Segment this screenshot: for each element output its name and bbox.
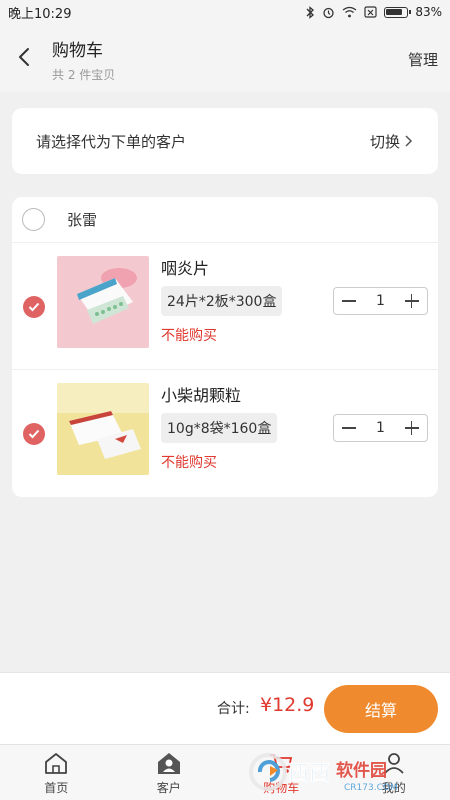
quantity-stepper: 1 — [333, 414, 428, 442]
tab-label: 首页 — [44, 781, 69, 795]
tab-label: 客户 — [156, 781, 181, 795]
wifi-icon — [342, 6, 357, 18]
checkout-bar: 合计: ¥12.9 结算 — [0, 672, 450, 744]
back-arrow-icon[interactable] — [12, 44, 38, 70]
status-time: 晚上10:29 — [8, 6, 72, 22]
item-checkbox[interactable] — [23, 296, 45, 318]
bluetooth-icon — [306, 5, 315, 19]
product-image[interactable] — [57, 256, 149, 348]
product-name: 小柴胡颗粒 — [161, 386, 242, 405]
cart-item: 小柴胡颗粒 10g*8袋*160盒 不能购买 1 — [12, 370, 438, 497]
manage-button[interactable]: 管理 — [408, 49, 438, 70]
customer-select-label: 请选择代为下单的客户 — [36, 132, 187, 151]
switch-customer-button[interactable]: 切换 — [370, 131, 414, 152]
purchase-status: 不能购买 — [161, 328, 217, 344]
bottom-tab-bar: 首页 客户 购物车 我的 — [0, 744, 450, 800]
increase-button[interactable] — [403, 419, 421, 437]
sim-icon — [364, 6, 377, 18]
status-icons: 83% — [305, 5, 442, 19]
cart-card: 张雷 咽炎片 24片*2板*300盒 不能购买 1 小柴胡颗粒 10g*8袋*1… — [12, 197, 438, 497]
tab-customer[interactable]: 客户 — [113, 745, 226, 800]
cart-item: 咽炎片 24片*2板*300盒 不能购买 1 — [12, 243, 438, 370]
decrease-button[interactable] — [340, 419, 358, 437]
customer-icon — [157, 753, 180, 774]
checkmark-icon — [28, 302, 40, 312]
product-image[interactable] — [57, 383, 149, 475]
quantity-stepper: 1 — [333, 287, 428, 315]
increase-button[interactable] — [403, 292, 421, 310]
battery-icon — [384, 6, 412, 18]
home-icon — [45, 753, 68, 774]
item-count: 共 2 件宝贝 — [52, 68, 116, 82]
purchase-status: 不能购买 — [161, 455, 217, 471]
tab-cart[interactable]: 购物车 — [225, 745, 338, 800]
product-name: 咽炎片 — [161, 259, 210, 278]
status-bar: 晚上10:29 83% — [0, 0, 450, 24]
cart-customer-row: 张雷 — [12, 197, 438, 243]
product-spec: 10g*8袋*160盒 — [161, 413, 278, 443]
alarm-icon — [323, 7, 334, 18]
tab-home[interactable]: 首页 — [0, 745, 113, 800]
product-spec: 24片*2板*300盒 — [161, 286, 283, 316]
quantity-value[interactable]: 1 — [376, 420, 385, 436]
decrease-button[interactable] — [340, 292, 358, 310]
cart-icon — [270, 754, 293, 773]
tab-label: 购物车 — [263, 781, 300, 795]
item-checkbox[interactable] — [23, 423, 45, 445]
tab-label: 我的 — [381, 781, 406, 795]
battery-percent: 83% — [415, 5, 442, 19]
chevron-right-icon — [405, 135, 413, 147]
total-price: ¥12.9 — [260, 694, 315, 716]
page-title: 购物车 — [52, 41, 103, 61]
select-all-radio[interactable] — [22, 208, 45, 231]
header: 购物车 共 2 件宝贝 管理 — [0, 24, 450, 92]
tab-profile[interactable]: 我的 — [338, 745, 450, 800]
checkout-button[interactable]: 结算 — [324, 685, 438, 733]
profile-icon — [384, 753, 404, 774]
customer-select-card[interactable]: 请选择代为下单的客户 切换 — [12, 108, 438, 174]
switch-label: 切换 — [369, 132, 400, 151]
customer-name: 张雷 — [67, 211, 98, 229]
quantity-value[interactable]: 1 — [376, 293, 385, 309]
total-label: 合计: — [217, 701, 250, 717]
checkmark-icon — [28, 429, 40, 439]
